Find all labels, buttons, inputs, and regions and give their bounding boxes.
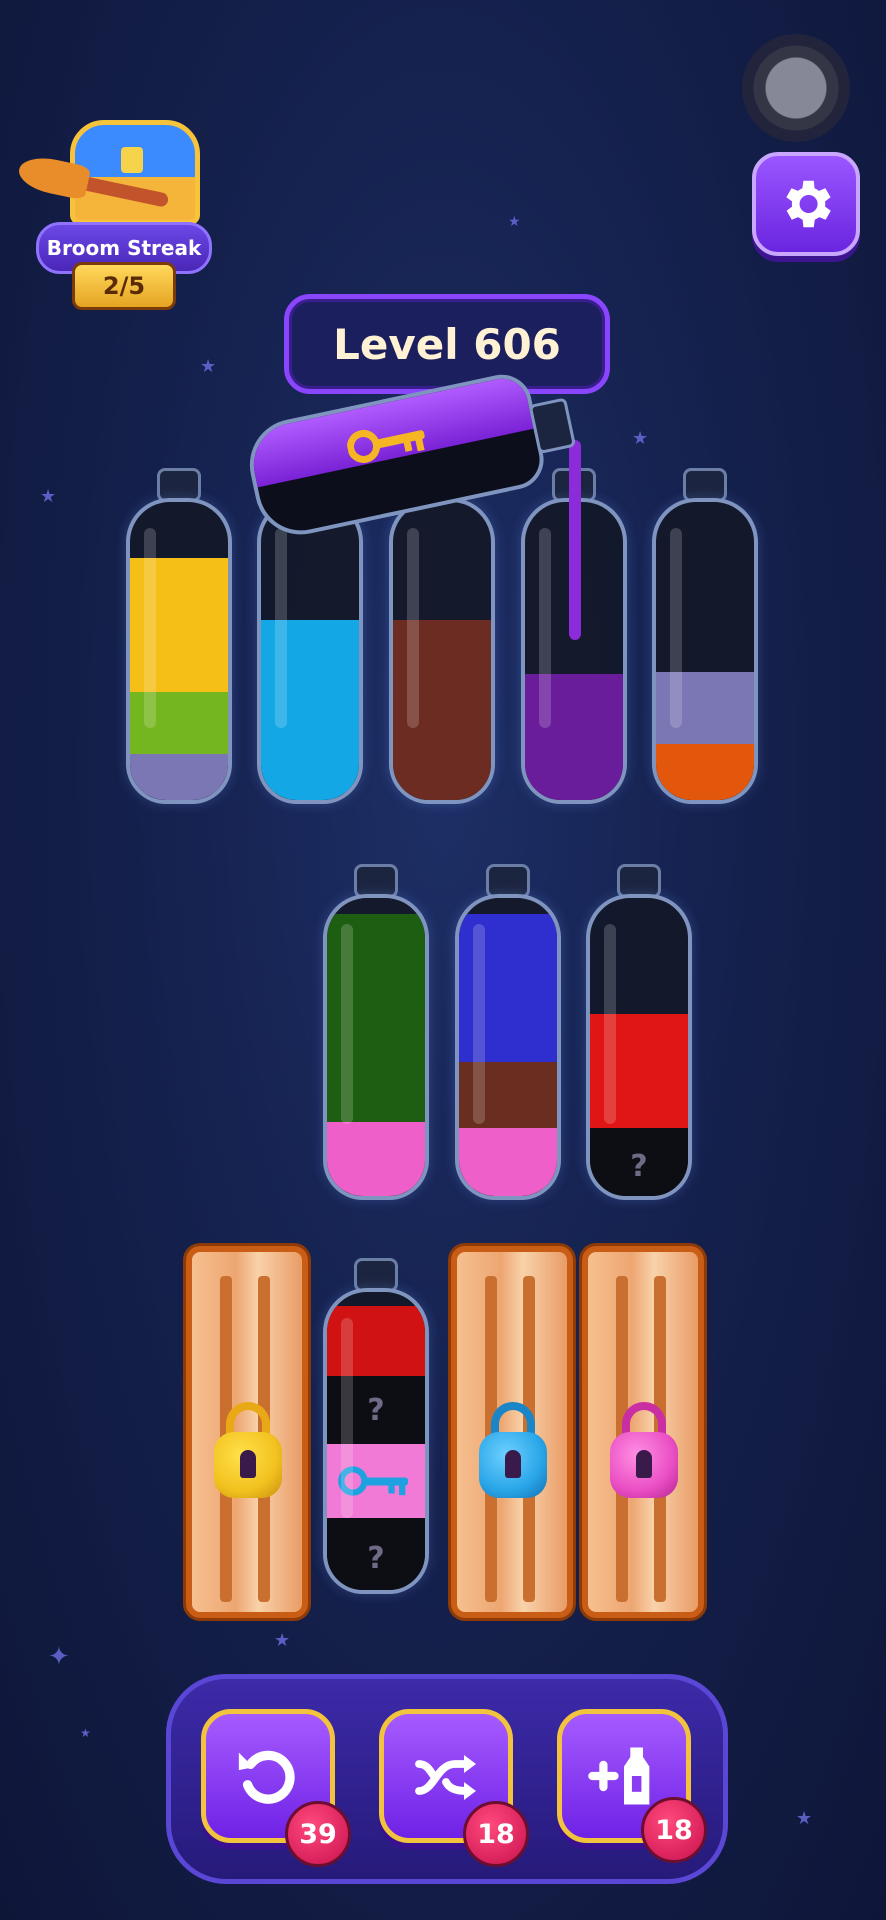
streak-count: 2/5 (72, 262, 176, 310)
settings-button[interactable] (752, 152, 860, 256)
star-decoration: ★ (80, 1726, 91, 1740)
overlay-button[interactable] (742, 34, 850, 142)
locked-slot-blue[interactable] (451, 1246, 573, 1618)
liquid-layer (327, 1122, 425, 1196)
undo-count-badge: 39 (285, 1801, 351, 1867)
shuffle-count-badge: 18 (463, 1801, 529, 1867)
locked-slot-yellow[interactable] (186, 1246, 308, 1618)
liquid-layer (130, 754, 228, 800)
star-decoration: ★ (796, 1808, 813, 1829)
gear-icon (786, 180, 831, 228)
bottle[interactable] (126, 468, 232, 804)
star-decoration: ★ (274, 1630, 291, 1651)
bottle[interactable]: ? (586, 864, 692, 1200)
booster-toolbar: 39 18 18 (166, 1674, 728, 1884)
star-decoration: ★ (200, 356, 217, 377)
star-decoration: ★ (508, 214, 521, 230)
bottle[interactable] (389, 468, 495, 804)
broom-streak-widget[interactable]: Broom Streak 2/5 (12, 110, 212, 310)
padlock-icon (610, 1432, 678, 1498)
liquid-layer (459, 1128, 557, 1196)
bottle[interactable] (455, 864, 561, 1200)
padlock-icon (214, 1432, 282, 1498)
undo-icon (238, 1750, 295, 1804)
star-decoration: ★ (40, 486, 57, 507)
question-mark-icon: ? (630, 1148, 648, 1184)
add-bottle-icon (588, 1747, 650, 1805)
shuffle-icon (415, 1755, 476, 1800)
hidden-layer: ? (590, 1128, 688, 1196)
star-decoration: ★ (632, 428, 649, 449)
level-title: Level 606 (284, 294, 610, 394)
add-bottle-count-badge: 18 (641, 1797, 707, 1863)
padlock-icon (479, 1432, 547, 1498)
pour-stream (569, 440, 581, 640)
bottle[interactable] (323, 864, 429, 1200)
locked-slot-pink[interactable] (582, 1246, 704, 1618)
star-decoration: ✦ (48, 1642, 70, 1672)
question-mark-icon: ? (367, 1540, 385, 1576)
hidden-layer: ? (327, 1518, 425, 1590)
liquid-layer (656, 744, 754, 800)
bottle[interactable] (652, 468, 758, 804)
question-mark-icon: ? (367, 1392, 385, 1428)
bottle[interactable]: ? ? (323, 1258, 429, 1594)
